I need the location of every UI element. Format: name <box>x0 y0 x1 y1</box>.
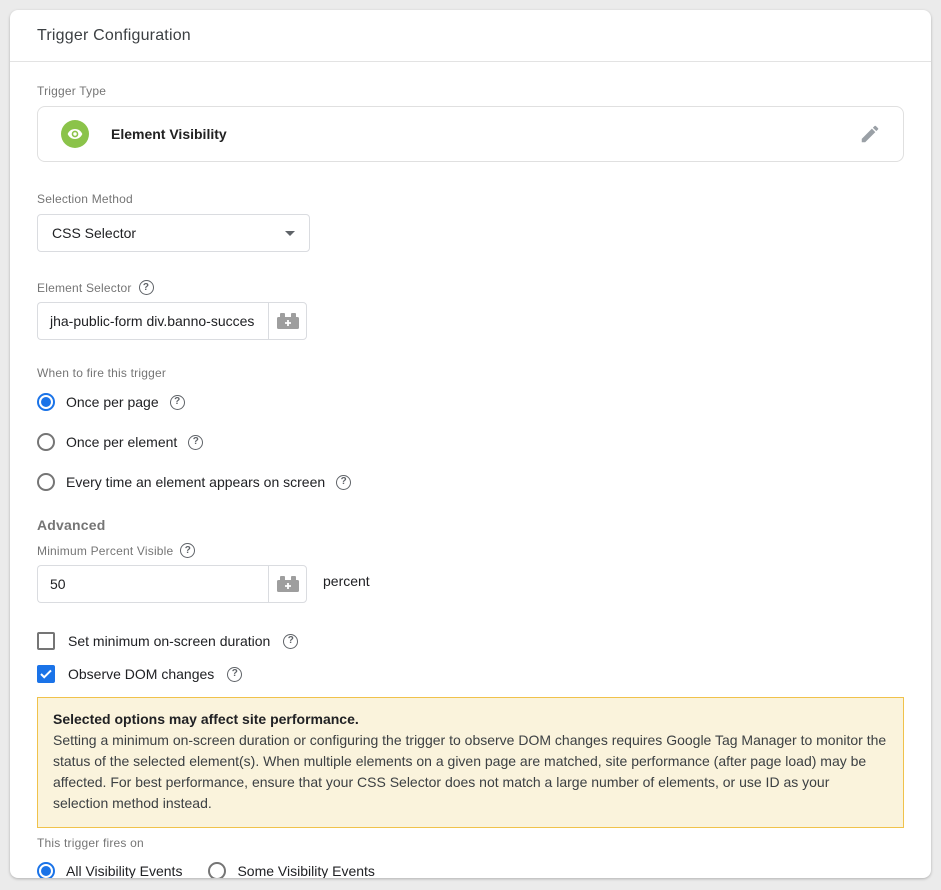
radio-icon[interactable] <box>208 862 227 878</box>
chevron-down-icon <box>285 230 295 236</box>
element-selector-group: jha-public-form div.banno-succes <box>37 302 307 340</box>
card-body: Trigger Type Element Visibility Selectio… <box>10 62 931 878</box>
help-icon[interactable]: ? <box>227 666 243 682</box>
edit-icon[interactable] <box>859 123 881 145</box>
selection-method-select[interactable]: CSS Selector <box>37 214 310 252</box>
radio-icon[interactable] <box>37 473 55 491</box>
help-icon[interactable]: ? <box>180 543 196 558</box>
fires-on-options: All Visibility Events Some Visibility Ev… <box>37 861 904 878</box>
trigger-configuration-card: Trigger Configuration Trigger Type Eleme… <box>10 10 931 878</box>
help-icon[interactable]: ? <box>283 633 299 649</box>
warning-body: Setting a minimum on-screen duration or … <box>53 732 887 811</box>
checkbox-min-duration[interactable]: Set minimum on-screen duration ? <box>37 631 904 651</box>
radio-label: Once per element <box>66 434 178 450</box>
help-icon[interactable]: ? <box>188 434 204 450</box>
element-visibility-icon <box>61 120 89 148</box>
element-selector-label: Element Selector ? <box>37 280 904 295</box>
radio-once-per-page[interactable]: Once per page ? <box>37 392 904 412</box>
help-icon[interactable]: ? <box>138 280 154 295</box>
min-percent-row: 50 percent <box>37 558 904 603</box>
min-percent-label: Minimum Percent Visible ? <box>37 543 904 558</box>
radio-icon[interactable] <box>37 393 55 411</box>
radio-icon[interactable] <box>37 433 55 451</box>
warning-title: Selected options may affect site perform… <box>53 711 359 727</box>
radio-label: All Visibility Events <box>66 863 183 878</box>
radio-every-time[interactable]: Every time an element appears on screen … <box>37 472 904 492</box>
radio-once-per-element[interactable]: Once per element ? <box>37 432 904 452</box>
radio-all-visibility-events[interactable]: All Visibility Events <box>37 861 182 878</box>
fire-trigger-options: Once per page ? Once per element ? Every… <box>37 392 904 492</box>
help-icon[interactable]: ? <box>336 474 352 490</box>
trigger-type-label: Trigger Type <box>37 84 107 98</box>
trigger-type-box[interactable]: Element Visibility <box>37 106 904 162</box>
checkbox-icon[interactable] <box>37 632 55 650</box>
element-selector-input[interactable]: jha-public-form div.banno-succes <box>37 302 268 340</box>
card-header: Trigger Configuration <box>10 10 931 62</box>
advanced-heading: Advanced <box>37 517 106 533</box>
radio-label: Once per page <box>66 394 159 410</box>
radio-label: Some Visibility Events <box>237 863 375 878</box>
checkbox-observe-dom[interactable]: Observe DOM changes ? <box>37 664 904 684</box>
radio-label: Every time an element appears on screen <box>66 474 326 490</box>
performance-warning: Selected options may affect site perform… <box>37 697 904 828</box>
checkbox-label: Observe DOM changes <box>68 666 215 682</box>
percent-unit-label: percent <box>323 572 370 589</box>
selection-method-label: Selection Method <box>37 192 133 206</box>
checkbox-icon[interactable] <box>37 665 55 683</box>
radio-some-visibility-events[interactable]: Some Visibility Events <box>208 861 375 878</box>
help-icon[interactable]: ? <box>169 394 185 410</box>
trigger-type-value: Element Visibility <box>111 126 227 142</box>
variable-picker-button[interactable] <box>268 565 307 603</box>
variable-picker-button[interactable] <box>268 302 307 340</box>
advanced-checkboxes: Set minimum on-screen duration ? Observe… <box>37 631 904 684</box>
fire-trigger-label: When to fire this trigger <box>37 366 167 380</box>
selection-method-value: CSS Selector <box>52 225 137 241</box>
fires-on-label: This trigger fires on <box>37 836 144 850</box>
checkbox-label: Set minimum on-screen duration <box>68 633 271 649</box>
page-title: Trigger Configuration <box>37 26 191 44</box>
radio-icon[interactable] <box>37 862 55 878</box>
min-percent-input[interactable]: 50 <box>37 565 268 603</box>
min-percent-group: 50 <box>37 565 307 603</box>
